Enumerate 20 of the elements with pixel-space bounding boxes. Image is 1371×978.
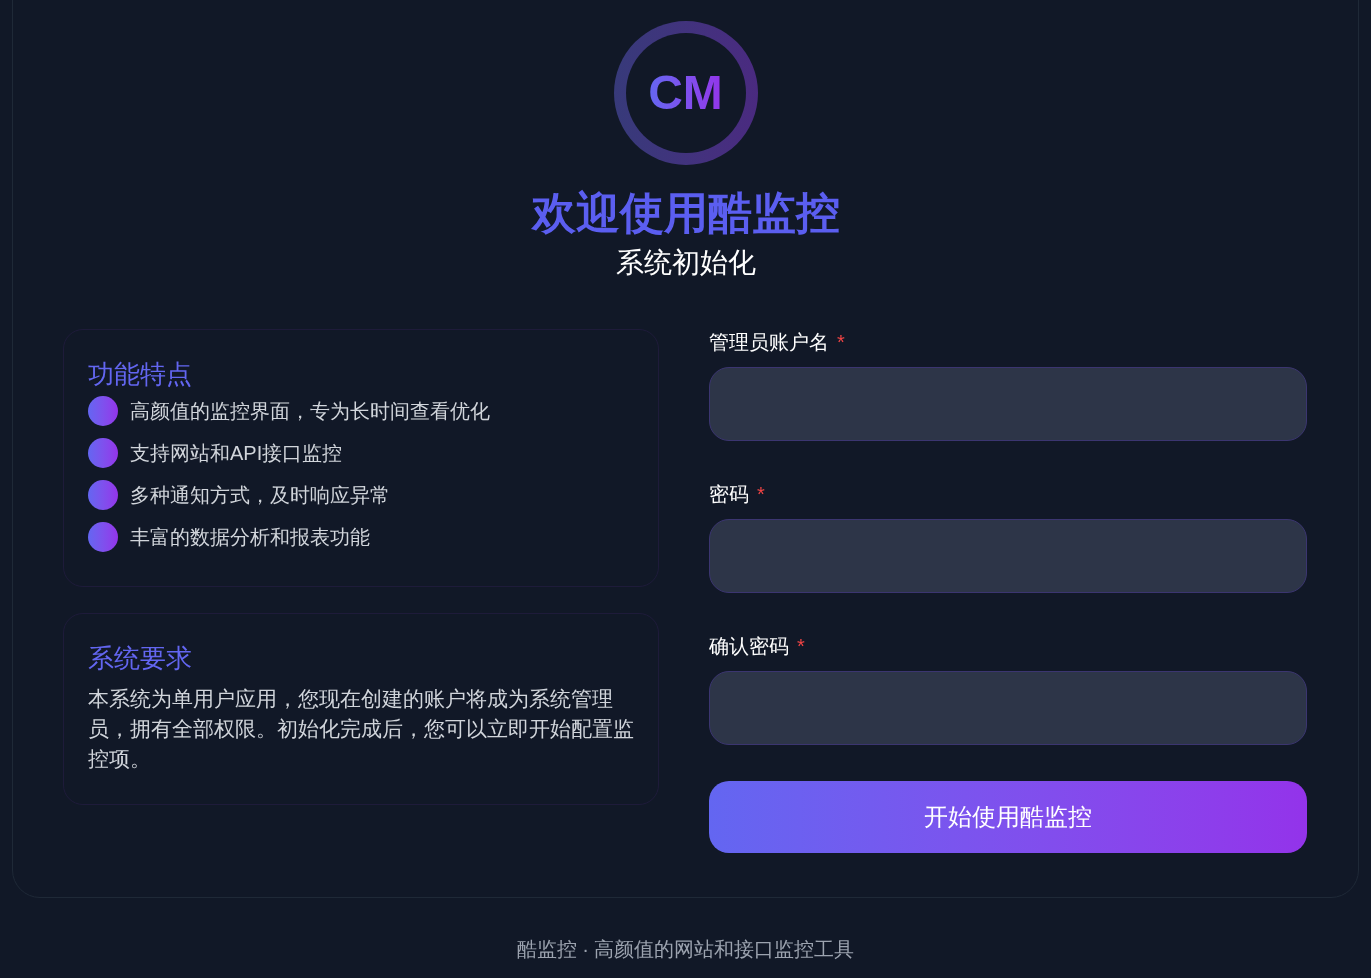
- input-field[interactable]: [709, 671, 1307, 745]
- field-label: 确认密码: [709, 634, 789, 659]
- footer-text: 酷监控 · 高颜值的网站和接口监控工具: [515, 937, 856, 962]
- feature-text: 支持网站和API接口监控: [130, 441, 343, 466]
- requirements-text: 本系统为单用户应用，您现在创建的账户将成为系统管理员，拥有全部权限。初始化完成后，您可以立即开始配置监控项。: [88, 686, 634, 772]
- input-field[interactable]: [709, 519, 1307, 593]
- field-label: 密码: [709, 482, 749, 507]
- feature-text: 高颜值的监控界面，专为长时间查看优化: [130, 399, 490, 424]
- requirements-title: 系统要求: [88, 642, 193, 675]
- feature-text: 丰富的数据分析和报表功能: [130, 525, 370, 550]
- welcome-title: 欢迎使用酷监控: [531, 187, 840, 239]
- required-mark: *: [797, 634, 805, 659]
- required-mark: *: [757, 482, 765, 507]
- submit-button[interactable]: 开始使用酷监控: [709, 781, 1307, 853]
- field-label: 管理员账户名: [709, 330, 829, 355]
- required-mark: *: [837, 330, 845, 355]
- feature-text: 多种通知方式，及时响应异常: [130, 483, 390, 508]
- subtitle: 系统初始化: [615, 246, 756, 280]
- features-title: 功能特点: [88, 358, 193, 391]
- input-field[interactable]: [709, 367, 1307, 441]
